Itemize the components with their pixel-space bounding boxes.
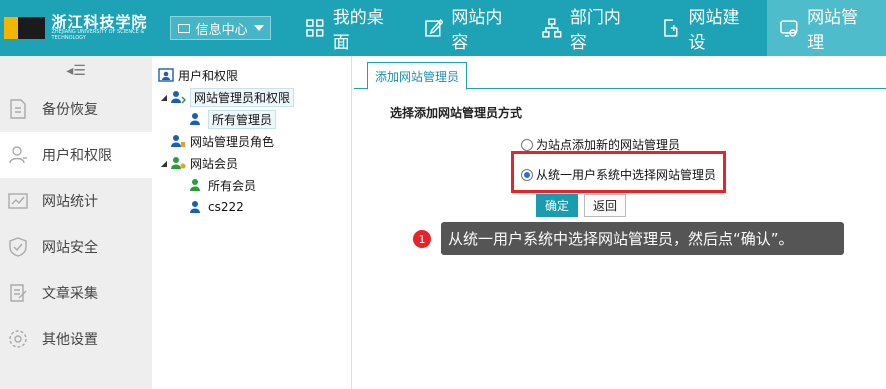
sidebar-item-label: 文章采集 (42, 286, 98, 302)
user-card-icon (158, 68, 174, 82)
tree-label: 网站管理员和权限 (190, 87, 295, 107)
info-center-label: 信息中心 (195, 22, 248, 38)
option-label: 从统一用户系统中选择网站管理员 (536, 168, 717, 182)
expand-arrow-icon[interactable]: ◢ (158, 93, 170, 102)
user-icon (190, 201, 200, 213)
sidebar-item-label: 网站统计 (42, 194, 98, 210)
logo-text: 浙江科技学院 (51, 13, 148, 31)
sidebar-item-label: 备份恢复 (42, 102, 98, 118)
logo-mark (4, 17, 46, 39)
user-icon (6, 143, 30, 167)
sidebar-item-users[interactable]: 用户和权限 (0, 132, 152, 178)
tree-label: 网站管理员角色 (190, 134, 275, 149)
top-bar: 浙江科技学院 ZHEJIANG UNIVERSITY OF SCIENCE & … (0, 0, 886, 56)
logo-subtitle: ZHEJIANG UNIVERSITY OF SCIENCE & TECHNOL… (51, 29, 145, 41)
tree-node-admin-roles[interactable]: 网站管理员角色 (152, 130, 351, 152)
site-settings-icon (780, 20, 798, 37)
nav-dept-content[interactable]: 部门内容 (530, 0, 649, 56)
nav-site-content[interactable]: 网站内容 (412, 0, 531, 56)
add-page-icon (664, 19, 678, 37)
nav-label: 网站建设 (688, 8, 740, 53)
chart-icon (6, 189, 30, 213)
radio-new-admin[interactable] (521, 138, 533, 151)
radio-unified-user[interactable] (521, 168, 533, 181)
user-tree: 用户和权限 ◢ 网站管理员和权限 所有管理员 网站管理员角色 ◢ 网站会员 所有… (152, 56, 352, 389)
sidebar-item-stats[interactable]: 网站统计 (0, 178, 152, 224)
user-icon (190, 179, 200, 191)
monitor-icon (177, 23, 190, 33)
main-nav: 我的桌面 网站内容 部门内容 网站建设 网站管理 (293, 0, 886, 56)
option-unified-user[interactable]: 从统一用户系统中选择网站管理员 (521, 166, 716, 183)
expand-arrow-icon[interactable]: ◢ (158, 159, 170, 168)
tree-node-all-members[interactable]: 所有会员 (152, 174, 351, 196)
tree-label: 所有会员 (208, 178, 257, 193)
tab-bar: 添加网站管理员 (354, 56, 886, 90)
section-title: 选择添加网站管理员方式 (390, 106, 523, 120)
edit-icon (424, 19, 444, 37)
sidebar-item-backup[interactable]: 备份恢复 (0, 86, 152, 132)
tree-node-admins[interactable]: ◢ 网站管理员和权限 (152, 86, 351, 108)
tree-node-all-admins[interactable]: 所有管理员 (152, 108, 351, 130)
logo: 浙江科技学院 ZHEJIANG UNIVERSITY OF SCIENCE & … (0, 0, 150, 56)
sidebar-item-label: 用户和权限 (42, 148, 112, 164)
nav-label: 网站内容 (451, 8, 503, 53)
user-icon (190, 113, 200, 125)
tab-add-admin[interactable]: 添加网站管理员 (367, 62, 468, 90)
sidebar-item-label: 网站安全 (42, 240, 98, 256)
sidebar-item-collect[interactable]: 文章采集 (0, 270, 152, 316)
nav-label: 部门内容 (569, 8, 621, 53)
role-user-icon (171, 135, 185, 147)
step-badge: 1 (413, 230, 431, 248)
nav-label: 我的桌面 (332, 8, 384, 53)
tree-node-cs222[interactable]: cs222 (152, 196, 351, 218)
tree-label: 所有管理员 (208, 109, 277, 129)
nav-site-admin[interactable]: 网站管理 (767, 0, 886, 56)
tree-label: cs222 (208, 200, 244, 214)
tree-node-members[interactable]: ◢ 网站会员 (152, 152, 351, 174)
sidebar-item-security[interactable]: 网站安全 (0, 224, 152, 270)
nav-my-desktop[interactable]: 我的桌面 (293, 0, 412, 56)
sidebar-item-other-settings[interactable]: 其他设置 (0, 316, 152, 362)
confirm-button[interactable]: 确定 (536, 194, 578, 217)
caret-down-icon (253, 25, 264, 31)
sidebar: ◂☰ 备份恢复 用户和权限 网站统计 网站安全 文章采集 其他设置 (0, 56, 152, 389)
shield-icon (6, 235, 30, 259)
tree-node-root[interactable]: 用户和权限 (152, 64, 351, 86)
grid-icon (306, 19, 324, 37)
tree-label: 网站会员 (190, 156, 239, 171)
tree-label: 用户和权限 (178, 68, 239, 83)
collapse-menu-icon[interactable]: ◂☰ (0, 56, 152, 86)
member-icon (171, 157, 186, 169)
admin-user-icon (171, 91, 186, 104)
back-button[interactable]: 返回 (584, 194, 626, 217)
collect-icon (6, 281, 30, 305)
nav-label: 网站管理 (807, 8, 859, 53)
sidebar-item-label: 其他设置 (42, 332, 98, 348)
instruction-tooltip: 从统一用户系统中选择网站管理员，然后点“确认”。 (441, 222, 844, 255)
nav-site-build[interactable]: 网站建设 (649, 0, 768, 56)
backup-icon (6, 97, 30, 121)
gear-icon (6, 327, 30, 351)
org-chart-icon (542, 18, 562, 38)
info-center-dropdown[interactable]: 信息中心 (170, 16, 272, 40)
